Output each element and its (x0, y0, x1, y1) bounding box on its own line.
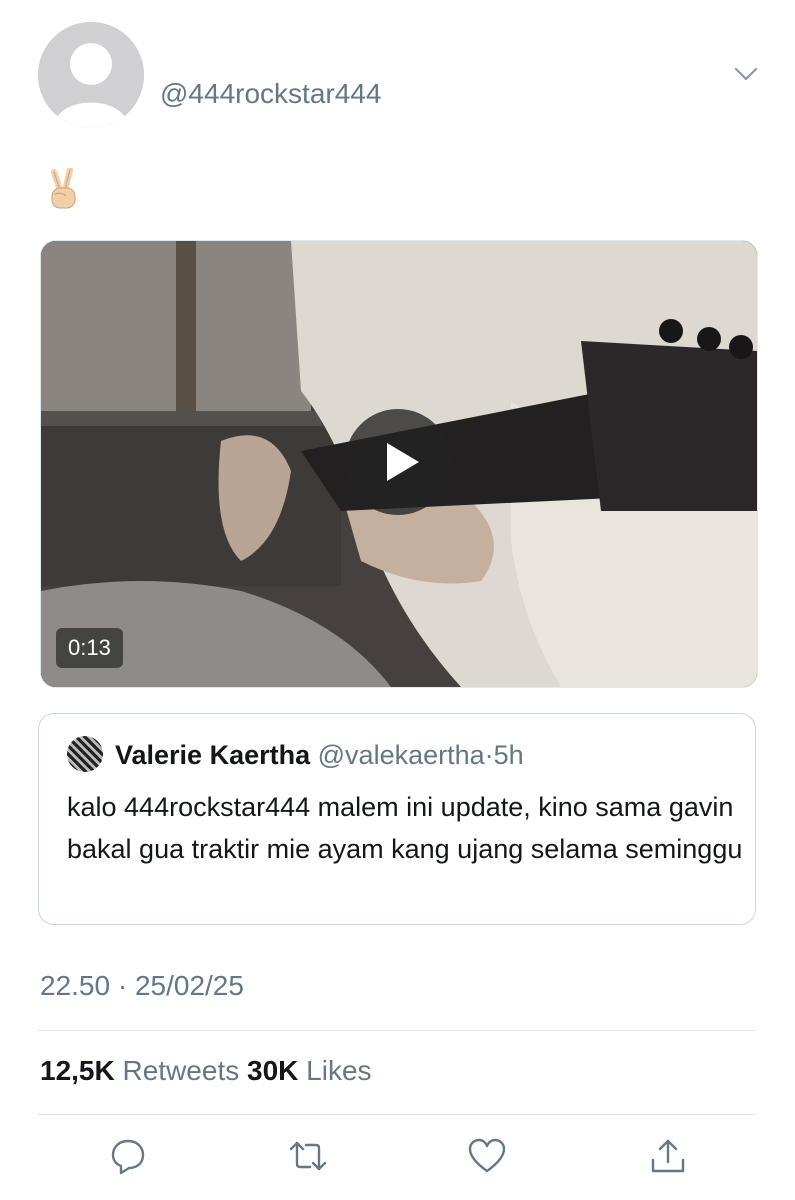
reply-icon (111, 1139, 145, 1175)
retweets-label: Retweets (122, 1055, 240, 1086)
like-icon (468, 1138, 506, 1173)
victory-hand-emoji (51, 168, 76, 209)
divider (38, 1030, 756, 1031)
likes-stat[interactable]: 30K Likes (247, 1055, 372, 1086)
tweet-stats: 12,5K Retweets 30K Likes (40, 1055, 372, 1087)
quoted-separator: · (484, 740, 494, 770)
retweets-stat[interactable]: 12,5K Retweets (40, 1055, 239, 1086)
quoted-text: kalo 444rockstar444 malem ini update, ki… (67, 792, 743, 864)
likes-label: Likes (306, 1055, 372, 1086)
like-button[interactable] (467, 1136, 507, 1176)
quoted-avatar[interactable] (67, 736, 103, 772)
retweet-button[interactable] (288, 1136, 328, 1176)
play-icon (387, 443, 419, 481)
author-handle[interactable]: @444rockstar444 (160, 78, 381, 110)
likes-count: 30K (247, 1055, 299, 1086)
divider (38, 1114, 756, 1115)
play-button[interactable] (345, 409, 451, 515)
default-avatar-icon (38, 22, 144, 128)
video-duration: 0:13 (56, 628, 123, 668)
share-icon (651, 1139, 685, 1173)
reply-button[interactable] (108, 1136, 148, 1176)
quoted-tweet[interactable]: Valerie Kaertha @valekaertha·5h kalo 444… (38, 713, 756, 925)
chevron-down-icon[interactable] (733, 64, 759, 84)
avatar[interactable] (38, 22, 144, 128)
retweet-icon (289, 1141, 327, 1171)
quoted-handle[interactable]: @valekaertha (318, 740, 485, 770)
quoted-time: 5h (493, 740, 524, 770)
video-player[interactable] (40, 240, 758, 688)
share-button[interactable] (648, 1136, 688, 1176)
retweets-count: 12,5K (40, 1055, 115, 1086)
tweet-timestamp[interactable]: 22.50 · 25/02/25 (40, 970, 244, 1002)
quoted-name[interactable]: Valerie Kaertha (115, 740, 310, 770)
quoted-header: Valerie Kaertha @valekaertha·5h (115, 740, 524, 771)
